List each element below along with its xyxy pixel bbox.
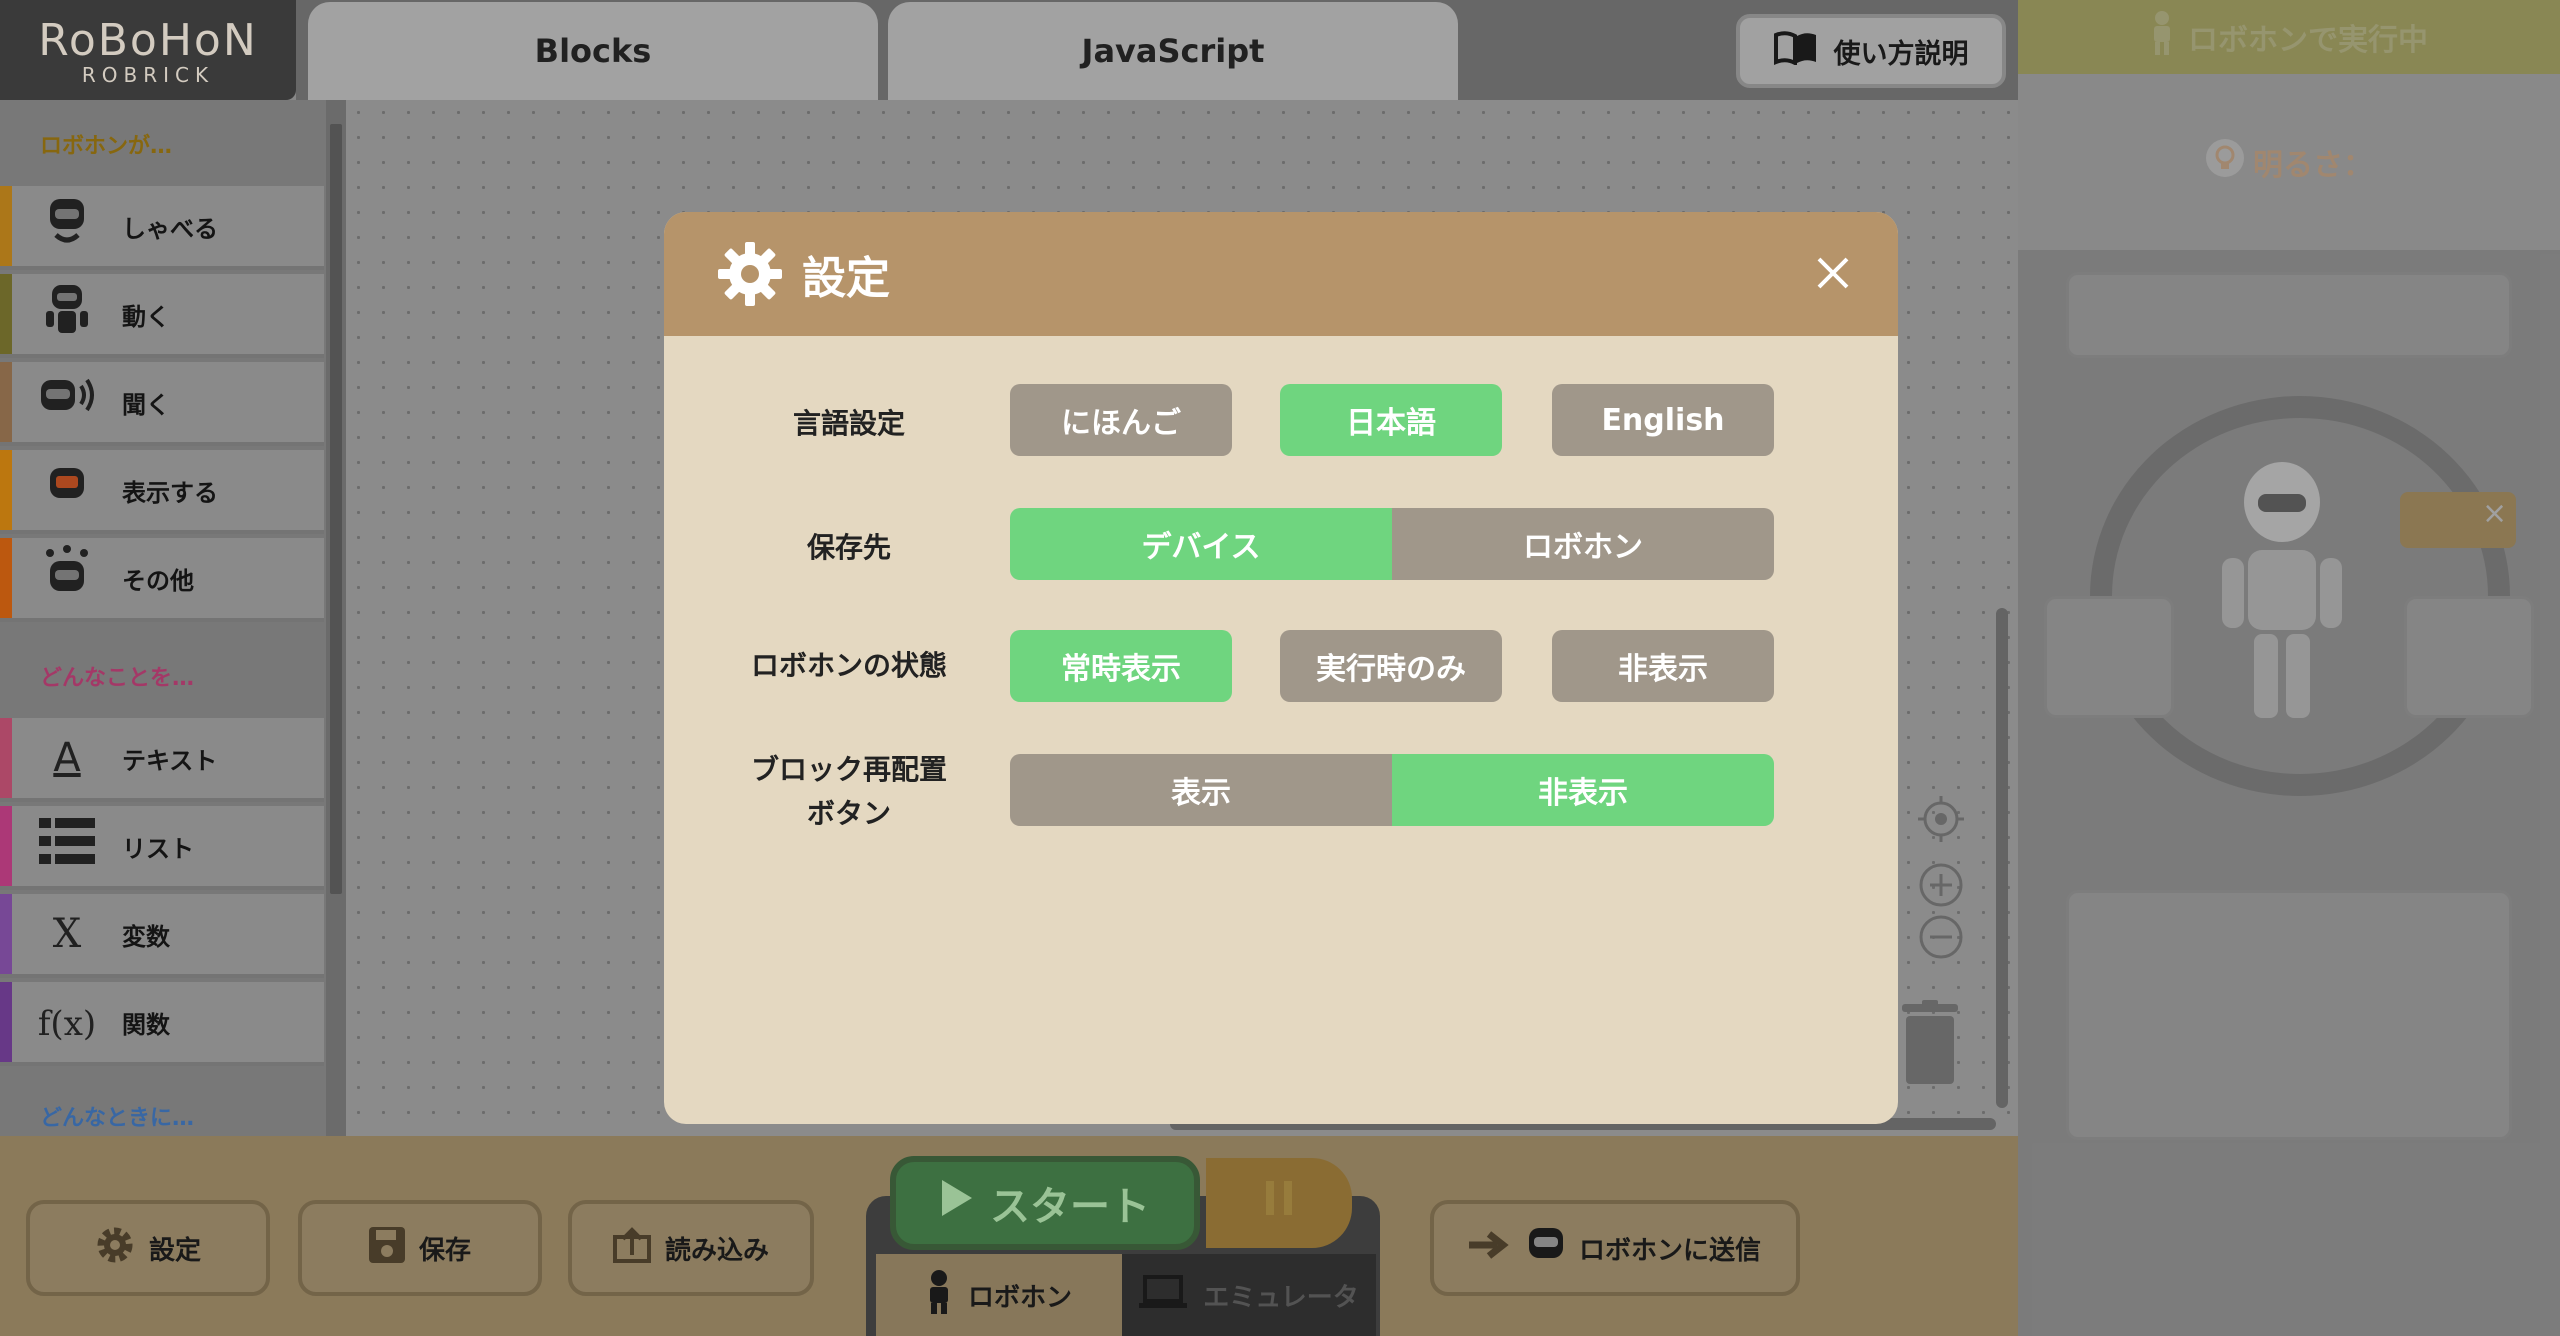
block-rearrange-hide[interactable]: 非表示: [1392, 754, 1774, 826]
block-rearrange-label-line2: ボタン: [806, 797, 891, 830]
save-destination-device[interactable]: デバイス: [1010, 508, 1392, 580]
save-destination-robohon[interactable]: ロボホン: [1392, 508, 1774, 580]
close-icon[interactable]: [1798, 238, 1868, 308]
robohon-state-label: ロボホンの状態: [750, 649, 947, 682]
save-destination-label: 保存先: [806, 531, 891, 564]
language-option-hiragana[interactable]: にほんご: [1010, 384, 1232, 456]
block-rearrange-label: ブロック再配置 ボタン: [684, 748, 1014, 836]
block-rearrange-show[interactable]: 表示: [1010, 754, 1392, 826]
language-setting-label: 言語設定: [792, 407, 905, 440]
robohon-state-hidden[interactable]: 非表示: [1552, 630, 1774, 702]
robohon-state-always[interactable]: 常時表示: [1010, 630, 1232, 702]
block-rearrange-label-line1: ブロック再配置: [750, 753, 947, 786]
robohon-state-running-only[interactable]: 実行時のみ: [1280, 630, 1502, 702]
language-option-english[interactable]: English: [1552, 384, 1774, 456]
settings-dialog: 設定 言語設定 にほんご 日本語 English 保存先 デバイス ロボホン ロ…: [664, 212, 1898, 1124]
settings-dialog-title: 設定: [802, 253, 890, 304]
settings-dialog-header: 設定: [664, 212, 1898, 336]
language-option-kanji[interactable]: 日本語: [1280, 384, 1502, 456]
gear-icon: [718, 242, 782, 306]
